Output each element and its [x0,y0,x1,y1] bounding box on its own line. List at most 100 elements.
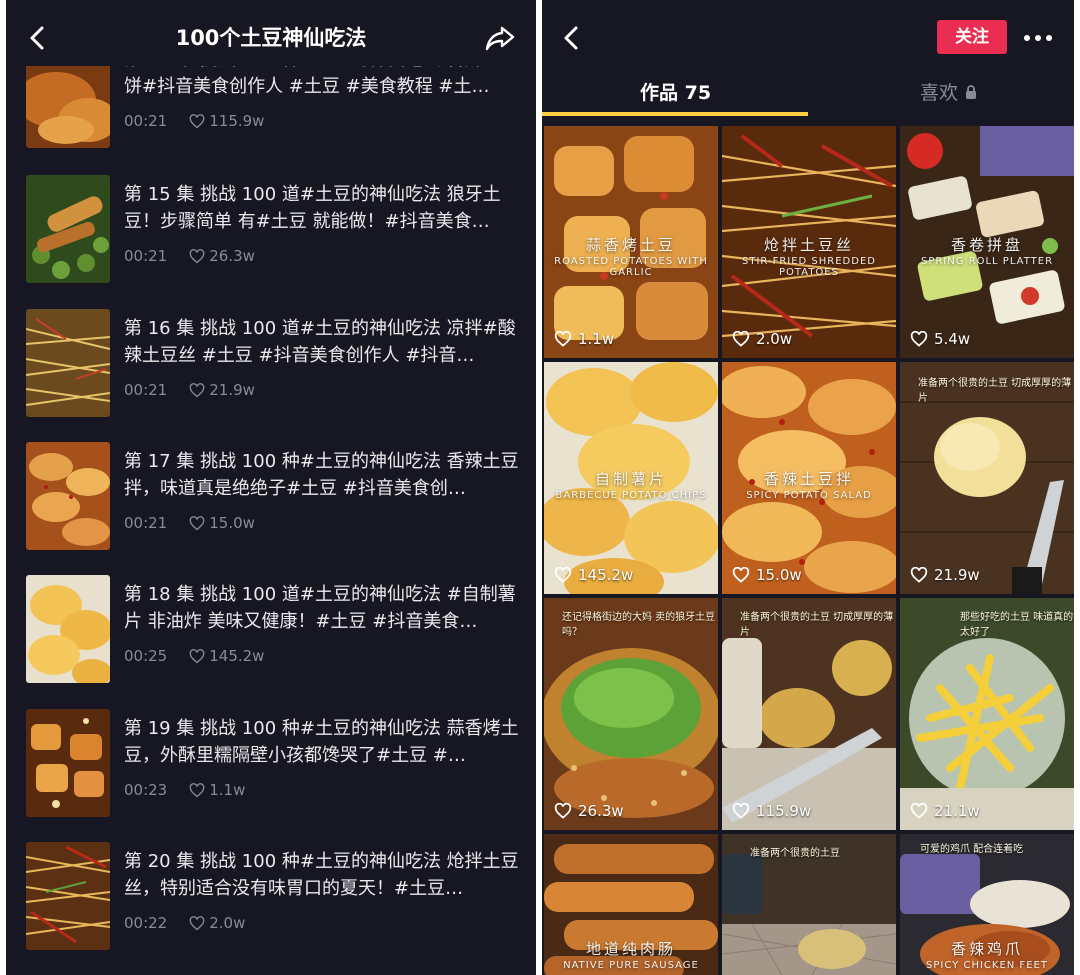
episode-thumbnail [26,442,110,550]
video-caption-en: SPICY CHICKEN FEET [926,960,1048,971]
video-caption-en: SPICY POTATO SALAD [746,490,872,501]
video-likes: 15.0w [732,566,802,584]
heart-icon [554,567,572,583]
series-header: 100个土豆神仙吃法 [6,0,536,66]
video-caption-en: STIR-FRIED SHREDDED POTATOES [742,256,876,278]
video-note: 准备两个很贵的土豆 [750,848,840,859]
video-likes-count: 26.3w [578,802,624,820]
video-note: 那些好吃的土豆 味道真的太好了 [960,612,1074,638]
video-caption: 香辣鸡爪 [950,940,1023,958]
episode-likes: 26.3w [209,247,255,265]
tab-likes-label: 喜欢 [920,82,959,104]
heart-icon [910,803,928,819]
list-item[interactable]: 第 18 集 挑战 100 道#土豆的神仙吃法 #自制薯片 非油炸 美味又健康！… [6,575,536,687]
video-likes-count: 21.1w [934,802,980,820]
episode-likes: 1.1w [209,781,246,799]
video-likes-count: 115.9w [756,802,812,820]
chevron-left-icon [564,26,578,50]
active-tab-indicator [542,112,808,116]
episode-duration: 00:21 [124,514,168,532]
video-likes-count: 145.2w [578,566,634,584]
video-caption-en: ROASTED POTATOES WITH GARLIC [554,256,708,278]
video-caption: 地道纯肉肠 [585,940,676,958]
episode-meta: 00:21 21.9w [124,381,255,399]
video-tile[interactable]: 准备两个很贵的土豆 切成厚厚的薄片 21.9w [900,362,1074,594]
episode-likes: 115.9w [209,112,265,130]
video-likes-count: 5.4w [934,330,971,348]
episode-duration: 00:21 [124,247,168,265]
series-list-panel: 第 14 集 挑战 100 种#土豆的神仙吃法 香酥土豆饼#抖音美食创作人 #土… [6,0,536,975]
heart-icon [554,331,572,347]
episode-meta: 00:22 2.0w [124,914,245,932]
video-caption-en: NATIVE PURE SAUSAGE [563,960,699,971]
episode-title: 第 17 集 挑战 100 种#土豆的神仙吃法 香辣土豆拌，味道真是绝绝子#土豆… [124,451,519,499]
heart-icon [910,567,928,583]
episode-title: 第 20 集 挑战 100 种#土豆的神仙吃法 炝拌土豆丝，特别适合没有味胃口的… [124,851,519,899]
heart-icon [732,803,750,819]
heart-icon [910,331,928,347]
list-item[interactable]: 第 16 集 挑战 100 道#土豆的神仙吃法 凉拌#酸辣土豆丝 #土豆 #抖音… [6,309,536,421]
episode-thumbnail [26,709,110,817]
video-caption: 香卷拼盘 [950,236,1023,254]
video-likes: 2.0w [732,330,792,348]
list-item[interactable]: 第 15 集 挑战 100 道#土豆的神仙吃法 狼牙土豆！步骤简单 有#土豆 就… [6,175,536,287]
video-tile[interactable]: 地道纯肉肠 NATIVE PURE SAUSAGE [544,834,718,975]
profile-topbar: 关注 [542,0,1074,66]
video-likes-count: 1.1w [578,330,615,348]
profile-tabs: 作品 75 喜欢 [542,70,1074,116]
video-likes: 26.3w [554,802,624,820]
share-button[interactable] [482,20,518,56]
video-tile[interactable]: 还记得格街边的大妈 卖的狼牙土豆吗？ 26.3w [544,598,718,830]
video-caption: 蒜香烤土豆 [585,236,676,254]
back-button[interactable] [554,20,590,56]
episode-likes: 145.2w [209,647,265,665]
episode-title: 第 16 集 挑战 100 道#土豆的神仙吃法 凉拌#酸辣土豆丝 #土豆 #抖音… [124,318,516,366]
follow-button[interactable]: 关注 [937,20,1007,54]
video-tile[interactable]: 自制薯片 BARBECUE POTATO CHIPS 145.2w [544,362,718,594]
page-title: 100个土豆神仙吃法 [175,26,367,50]
episode-thumbnail [26,309,110,417]
video-tile[interactable]: 炝拌土豆丝 STIR-FRIED SHREDDED POTATOES 2.0w [722,126,896,358]
more-dots-icon [1024,35,1052,41]
episode-title: 第 15 集 挑战 100 道#土豆的神仙吃法 狼牙土豆！步骤简单 有#土豆 就… [124,184,501,232]
episode-duration: 00:22 [124,914,168,932]
episode-title: 第 19 集 挑战 100 种#土豆的神仙吃法 蒜香烤土豆，外酥里糯隔壁小孩都馋… [124,718,519,766]
share-icon [485,26,515,51]
video-note: 还记得格街边的大妈 卖的狼牙土豆吗？ [562,612,716,638]
episode-duration: 00:21 [124,112,168,130]
list-item[interactable]: 第 19 集 挑战 100 种#土豆的神仙吃法 蒜香烤土豆，外酥里糯隔壁小孩都馋… [6,709,536,821]
tab-likes[interactable]: 喜欢 [920,78,978,105]
list-item[interactable]: 第 17 集 挑战 100 种#土豆的神仙吃法 香辣土豆拌，味道真是绝绝子#土豆… [6,442,536,554]
video-tile[interactable]: 蒜香烤土豆 ROASTED POTATOES WITH GARLIC 1.1w [544,126,718,358]
list-item[interactable]: 第 20 集 挑战 100 种#土豆的神仙吃法 炝拌土豆丝，特别适合没有味胃口的… [6,842,536,954]
heart-icon [189,248,205,263]
video-likes: 1.1w [554,330,614,348]
profile-works-panel: 关注 作品 75 喜欢 蒜香烤土豆 ROASTED POTATOES WITH … [542,0,1074,975]
video-caption-en: BARBECUE POTATO CHIPS [555,490,707,501]
more-button[interactable] [1018,24,1058,52]
video-tile[interactable]: 香卷拼盘 SPRING ROLL PLATTER 5.4w [900,126,1074,358]
lock-icon [966,84,977,99]
video-note: 准备两个很贵的土豆 切成厚厚的薄片 [740,612,894,638]
heart-icon [732,331,750,347]
video-note: 可爱的鸡爪 配合连着吃 [920,844,1024,855]
episode-likes: 2.0w [209,914,246,932]
episode-meta: 00:21 15.0w [124,514,255,532]
episode-thumbnail [26,842,110,950]
video-caption: 炝拌土豆丝 [763,236,854,254]
heart-icon [732,567,750,583]
heart-icon [189,648,205,663]
heart-icon [554,803,572,819]
video-tile[interactable]: 那些好吃的土豆 味道真的太好了 21.1w [900,598,1074,830]
heart-icon [189,113,205,128]
tab-works[interactable]: 作品 75 [640,78,711,105]
episode-meta: 00:25 145.2w [124,647,264,665]
video-likes-count: 2.0w [756,330,793,348]
episode-meta: 00:21 115.9w [124,112,264,130]
heart-icon [189,382,205,397]
video-caption-en: SPRING ROLL PLATTER [920,256,1054,267]
video-tile[interactable]: 可爱的鸡爪 配合连着吃 香辣鸡爪 SPICY CHICKEN FEET [900,834,1074,975]
video-tile[interactable]: 准备两个很贵的土豆 切成厚厚的薄片 115.9w [722,598,896,830]
video-tile[interactable]: 准备两个很贵的土豆 [722,834,896,975]
video-tile[interactable]: 香辣土豆拌 SPICY POTATO SALAD 15.0w [722,362,896,594]
